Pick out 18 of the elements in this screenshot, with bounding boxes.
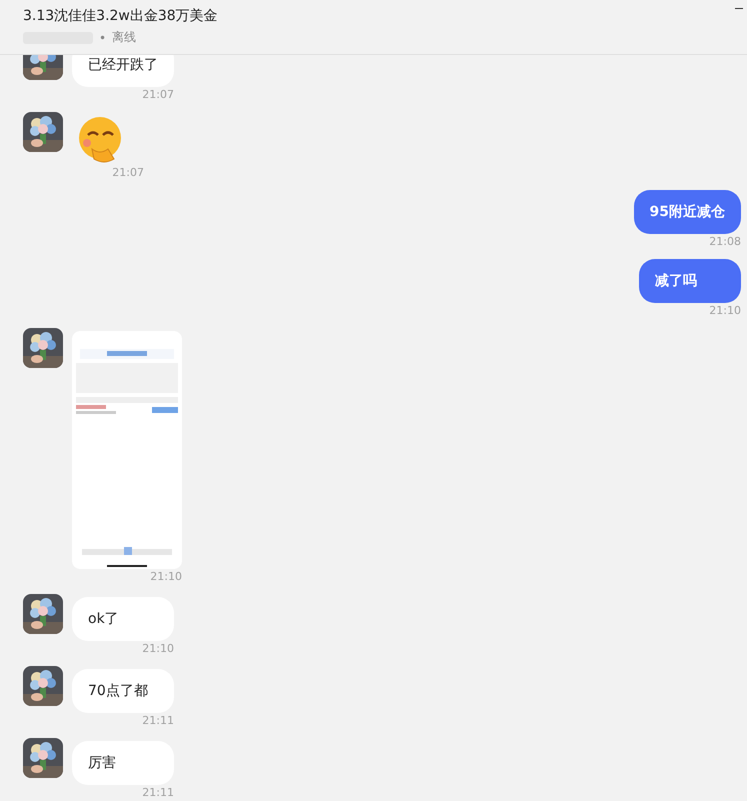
message-time: 21:11 [142,786,174,799]
message-time: 21:10 [709,304,741,317]
message-bubble: 70点了都 [72,669,174,713]
message-bubble: ok了 [72,597,174,641]
message-time: 21:07 [112,166,144,179]
message-time: 21:10 [142,642,174,655]
message-bubble: 厉害 [72,741,174,785]
message-bubble: 减了吗 [639,259,741,303]
message-time: 21:07 [142,88,174,101]
chat-title: 3.13沈佳佳3.2w出金38万美金 [23,7,219,25]
message-bubble: 95附近减仓 [634,190,741,234]
message-time: 21:11 [142,714,174,727]
message-time: 21:08 [709,235,741,248]
minimize-icon[interactable] [735,8,743,9]
status-separator: • [99,30,106,44]
status-text: 离线 [112,29,136,46]
message-bubble: 已经开跌了 [72,55,174,87]
message-time: 21:10 [150,570,182,583]
